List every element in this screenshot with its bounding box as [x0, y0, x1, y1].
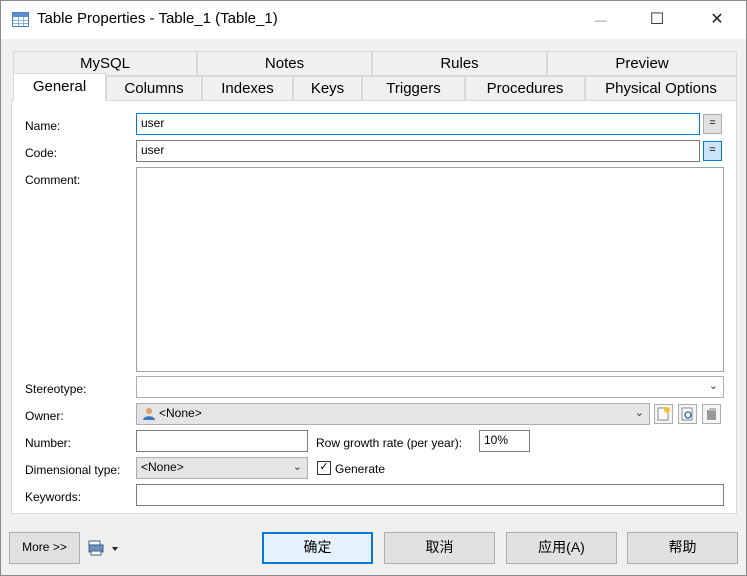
tab-preview[interactable]: Preview — [547, 51, 737, 76]
dimensional-type-value: <None> — [141, 460, 184, 474]
tab-procedures[interactable]: Procedures — [465, 76, 585, 101]
general-panel: Name: user = Code: user = Comment: Stere… — [11, 100, 737, 514]
apply-button[interactable]: 应用(A) — [506, 532, 617, 564]
tab-columns[interactable]: Columns — [106, 76, 202, 101]
chevron-down-icon: ⌄ — [708, 380, 718, 392]
name-label: Name: — [25, 119, 61, 133]
name-equal-button[interactable]: = — [703, 114, 722, 134]
chevron-down-icon: ⌄ — [634, 407, 644, 419]
print-icon[interactable] — [88, 540, 120, 556]
title-bar: Table Properties - Table_1 (Table_1) — ☐… — [1, 1, 746, 39]
more-button[interactable]: More >> — [9, 532, 80, 564]
chevron-down-icon: ⌄ — [292, 461, 302, 473]
code-label: Code: — [25, 146, 58, 160]
window-title: Table Properties - Table_1 (Table_1) — [37, 10, 278, 27]
owner-label: Owner: — [25, 409, 64, 423]
tab-physical-options[interactable]: Physical Options — [585, 76, 737, 101]
tab-general[interactable]: General — [13, 73, 106, 101]
growth-input[interactable]: 10% — [479, 430, 530, 452]
owner-value: <None> — [159, 406, 202, 420]
table-properties-dialog: Table Properties - Table_1 (Table_1) — ☐… — [0, 0, 747, 576]
stereotype-label: Stereotype: — [25, 382, 87, 396]
new-owner-icon[interactable] — [654, 404, 673, 424]
cancel-button[interactable]: 取消 — [384, 532, 495, 564]
help-button[interactable]: 帮助 — [627, 532, 738, 564]
dimensional-type-combo[interactable]: <None> ⌄ — [136, 457, 308, 479]
growth-label: Row growth rate (per year): — [316, 436, 463, 450]
tab-notes[interactable]: Notes — [197, 51, 372, 76]
dimensional-type-label: Dimensional type: — [25, 463, 121, 477]
delete-owner-icon[interactable] — [702, 404, 721, 424]
table-icon — [12, 12, 29, 27]
stereotype-combo[interactable]: ⌄ — [136, 376, 724, 398]
generate-label: Generate — [335, 462, 386, 476]
keywords-input[interactable] — [136, 484, 724, 506]
maximize-button[interactable]: ☐ — [634, 1, 680, 39]
number-input[interactable] — [136, 430, 308, 452]
user-icon — [142, 407, 155, 421]
keywords-label: Keywords: — [25, 490, 82, 504]
minimize-button[interactable]: — — [578, 1, 624, 39]
close-button[interactable]: ✕ — [694, 1, 740, 39]
generate-checkbox[interactable]: ✓ — [317, 461, 331, 475]
tab-keys[interactable]: Keys — [293, 76, 362, 101]
code-input[interactable]: user — [136, 140, 700, 162]
tab-rules[interactable]: Rules — [372, 51, 547, 76]
comment-label: Comment: — [25, 173, 81, 187]
tab-triggers[interactable]: Triggers — [362, 76, 465, 101]
tab-strip: MySQL Notes Rules Preview General Column… — [11, 51, 737, 101]
owner-combo[interactable]: <None> ⌄ — [136, 403, 650, 425]
ok-button[interactable]: 确定 — [262, 532, 373, 564]
comment-textarea[interactable] — [136, 167, 724, 372]
code-equal-button[interactable]: = — [703, 141, 722, 161]
owner-properties-icon[interactable] — [678, 404, 697, 424]
number-label: Number: — [25, 436, 72, 450]
tab-indexes[interactable]: Indexes — [202, 76, 293, 101]
name-input[interactable]: user — [136, 113, 700, 135]
